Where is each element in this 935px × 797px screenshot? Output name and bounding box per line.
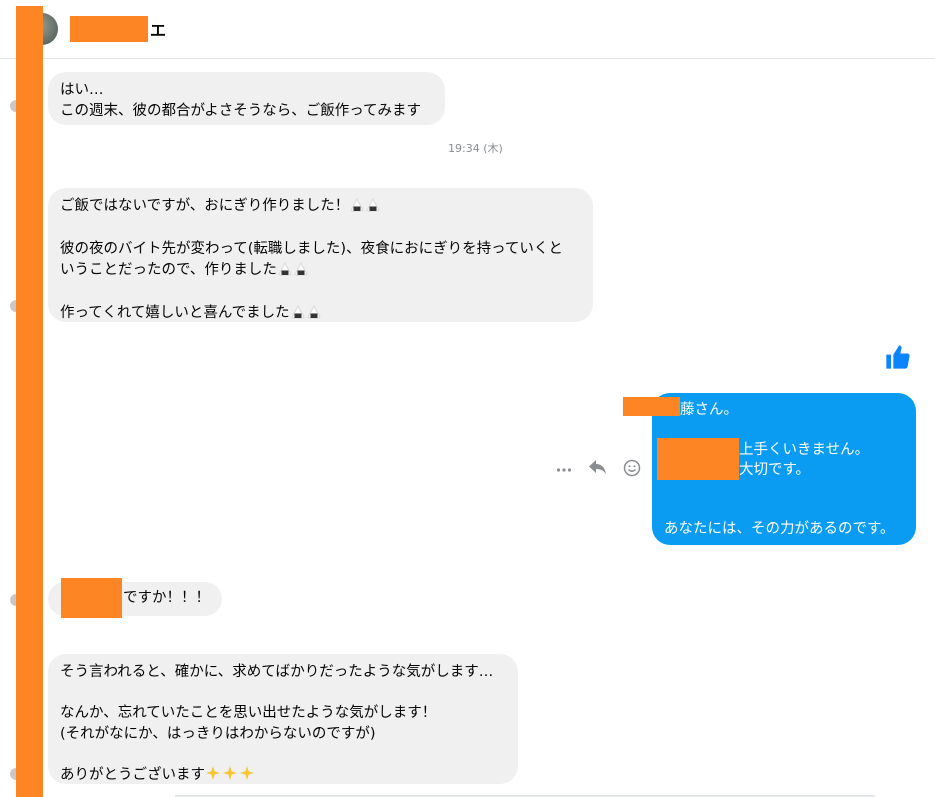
redacted-text bbox=[61, 578, 122, 618]
message-text: はい… bbox=[60, 82, 104, 98]
message-bubble-incoming[interactable]: ご飯ではないですが、おにぎり作りました！ 彼の夜のバイト先が変わって(転職しまし… bbox=[48, 188, 593, 322]
more-dots-icon[interactable] bbox=[556, 461, 572, 480]
message-text: そう言われると、確かに、求めてばかりだったような気がします… bbox=[60, 664, 494, 680]
reply-icon[interactable] bbox=[588, 458, 608, 480]
message-text: (それがなにか、はっきりはわからないのですが) bbox=[60, 725, 376, 742]
chat-header: エ bbox=[0, 0, 935, 59]
smiley-icon[interactable] bbox=[623, 459, 641, 481]
message-text: なんか、忘れていたことを思い出せたような気がします！ bbox=[60, 705, 437, 721]
message-text: あなたには、その力があるのです。 bbox=[664, 521, 895, 537]
onigiri-icon bbox=[291, 304, 323, 326]
message-text: この週末、彼の都合がよさそうなら、ご飯作ってみます bbox=[60, 102, 422, 119]
message-bubble-incoming[interactable]: そう言われると、確かに、求めてばかりだったような気がします… なんか、忘れていた… bbox=[48, 654, 518, 784]
message-text: ありがとうございます bbox=[60, 766, 205, 783]
message-text: 彼の夜のバイト先が変わって(転職しました)、夜食におにぎりを持っていくと bbox=[60, 241, 563, 257]
redacted-text bbox=[623, 397, 680, 416]
message-timestamp: 19:34 (木) bbox=[448, 142, 503, 155]
redacted-name bbox=[70, 16, 148, 42]
onigiri-icon bbox=[350, 197, 382, 219]
redaction-bar bbox=[16, 6, 43, 797]
message-text: ご飯ではないですが、おにぎり作りました！ bbox=[60, 198, 350, 214]
redacted-text bbox=[657, 438, 739, 480]
message-text: 大切です。 bbox=[739, 462, 811, 478]
message-text: 作ってくれて嬉しいと喜んでました bbox=[60, 304, 290, 321]
contact-name[interactable]: エ bbox=[150, 17, 166, 41]
thumbs-up-icon[interactable] bbox=[884, 343, 912, 375]
onigiri-icon bbox=[278, 261, 310, 283]
message-bubble-incoming[interactable]: はい… この週末、彼の都合がよさそうなら、ご飯作ってみます bbox=[48, 72, 445, 125]
message-text: いうことだったので、作りました bbox=[60, 261, 277, 278]
message-text: ですか！！！ bbox=[123, 590, 210, 606]
message-text: 上手くいきません。 bbox=[739, 442, 870, 458]
message-text: 藤さん。 bbox=[680, 402, 738, 418]
sparkles-icon bbox=[205, 765, 255, 788]
